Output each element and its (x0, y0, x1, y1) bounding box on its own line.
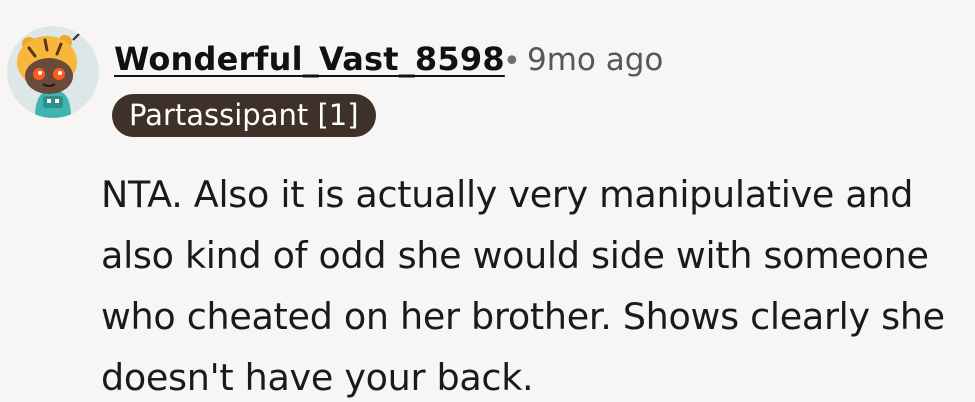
meta-separator: • (503, 44, 521, 79)
comment-timestamp[interactable]: 9mo ago (527, 42, 663, 78)
snoo-tiger-hat-avatar-icon (7, 26, 99, 118)
comment-body-line: NTA. Also it is actually very manipulati… (101, 173, 914, 216)
comment-body-line: doesn't have your back. (101, 356, 534, 399)
comment-body: NTA. Also it is actually very manipulati… (101, 164, 973, 402)
comment-body-line: also kind of odd she would side with som… (101, 234, 929, 277)
user-flair-badge[interactable]: Partassipant [1] (112, 94, 376, 137)
comment-body-line: who cheated on her brother. Shows clearl… (101, 295, 945, 338)
author-username-link[interactable]: Wonderful_Vast_8598 (114, 40, 505, 78)
user-avatar[interactable] (7, 26, 99, 118)
